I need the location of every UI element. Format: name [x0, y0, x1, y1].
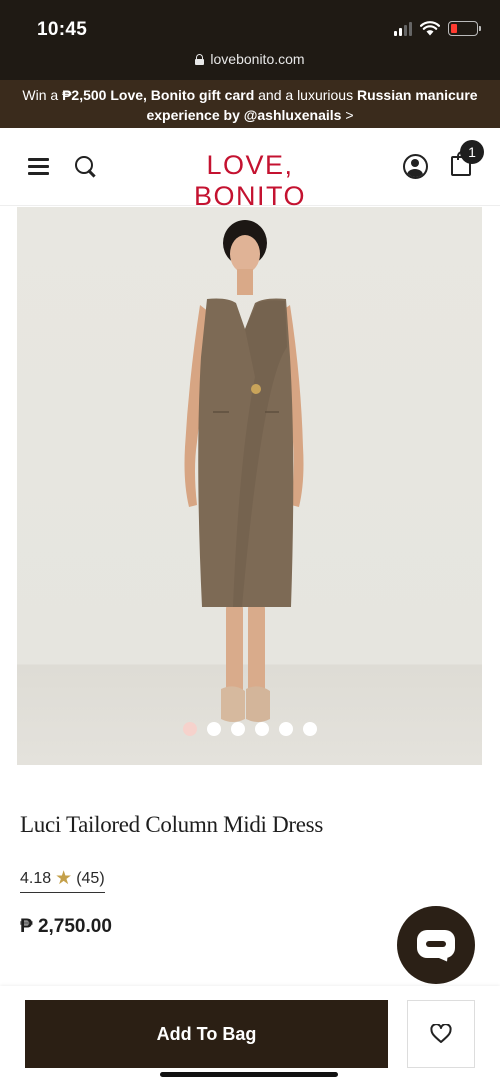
promo-text: and a luxurious: [254, 87, 357, 103]
product-rating[interactable]: 4.18 ★ (45): [20, 867, 105, 893]
carousel-dots: [17, 722, 482, 736]
menu-icon[interactable]: [28, 158, 49, 175]
url-text: lovebonito.com: [210, 51, 305, 67]
lock-icon: [195, 54, 205, 65]
product-image[interactable]: [17, 207, 482, 765]
chat-icon: [417, 930, 455, 958]
search-icon[interactable]: [75, 156, 97, 178]
product-price: ₱ 2,750.00: [20, 916, 112, 937]
status-icons: [394, 21, 481, 36]
wifi-icon: [420, 21, 440, 36]
cart-count-badge: 1: [460, 140, 484, 164]
home-indicator[interactable]: [160, 1072, 338, 1077]
carousel-dot[interactable]: [302, 722, 317, 736]
signal-icon: [394, 21, 412, 36]
battery-icon: [448, 21, 481, 36]
promo-banner[interactable]: Win a ₱2,500 Love, Bonito gift card and …: [0, 80, 500, 128]
carousel-dot[interactable]: [182, 722, 197, 736]
review-count: (45): [76, 870, 105, 887]
promo-arrow: >: [341, 107, 354, 123]
status-bar: 10:45 lovebonito.com: [0, 0, 500, 80]
brand-logo[interactable]: LOVE, BONITO: [150, 150, 350, 212]
carousel-dot[interactable]: [206, 722, 221, 736]
chat-button[interactable]: [397, 906, 475, 984]
account-icon[interactable]: [403, 154, 428, 179]
heart-icon: [430, 1024, 452, 1043]
promo-gift-card: ₱2,500 Love, Bonito gift card: [62, 87, 255, 103]
address-bar[interactable]: lovebonito.com: [0, 51, 500, 67]
carousel-dot[interactable]: [230, 722, 245, 736]
add-to-bag-button[interactable]: Add To Bag: [25, 1000, 388, 1068]
star-icon: ★: [55, 868, 73, 889]
rating-value: 4.18: [20, 870, 52, 887]
site-header: LOVE, BONITO 1: [0, 128, 500, 211]
wishlist-button[interactable]: [407, 1000, 475, 1068]
carousel-dot[interactable]: [278, 722, 293, 736]
product-title: Luci Tailored Column Midi Dress: [20, 812, 323, 837]
promo-text: Win a: [22, 87, 63, 103]
status-time: 10:45: [37, 19, 88, 40]
model-photo: [184, 220, 304, 722]
carousel-dot[interactable]: [254, 722, 269, 736]
bottom-action-bar: Add To Bag: [0, 986, 500, 1080]
